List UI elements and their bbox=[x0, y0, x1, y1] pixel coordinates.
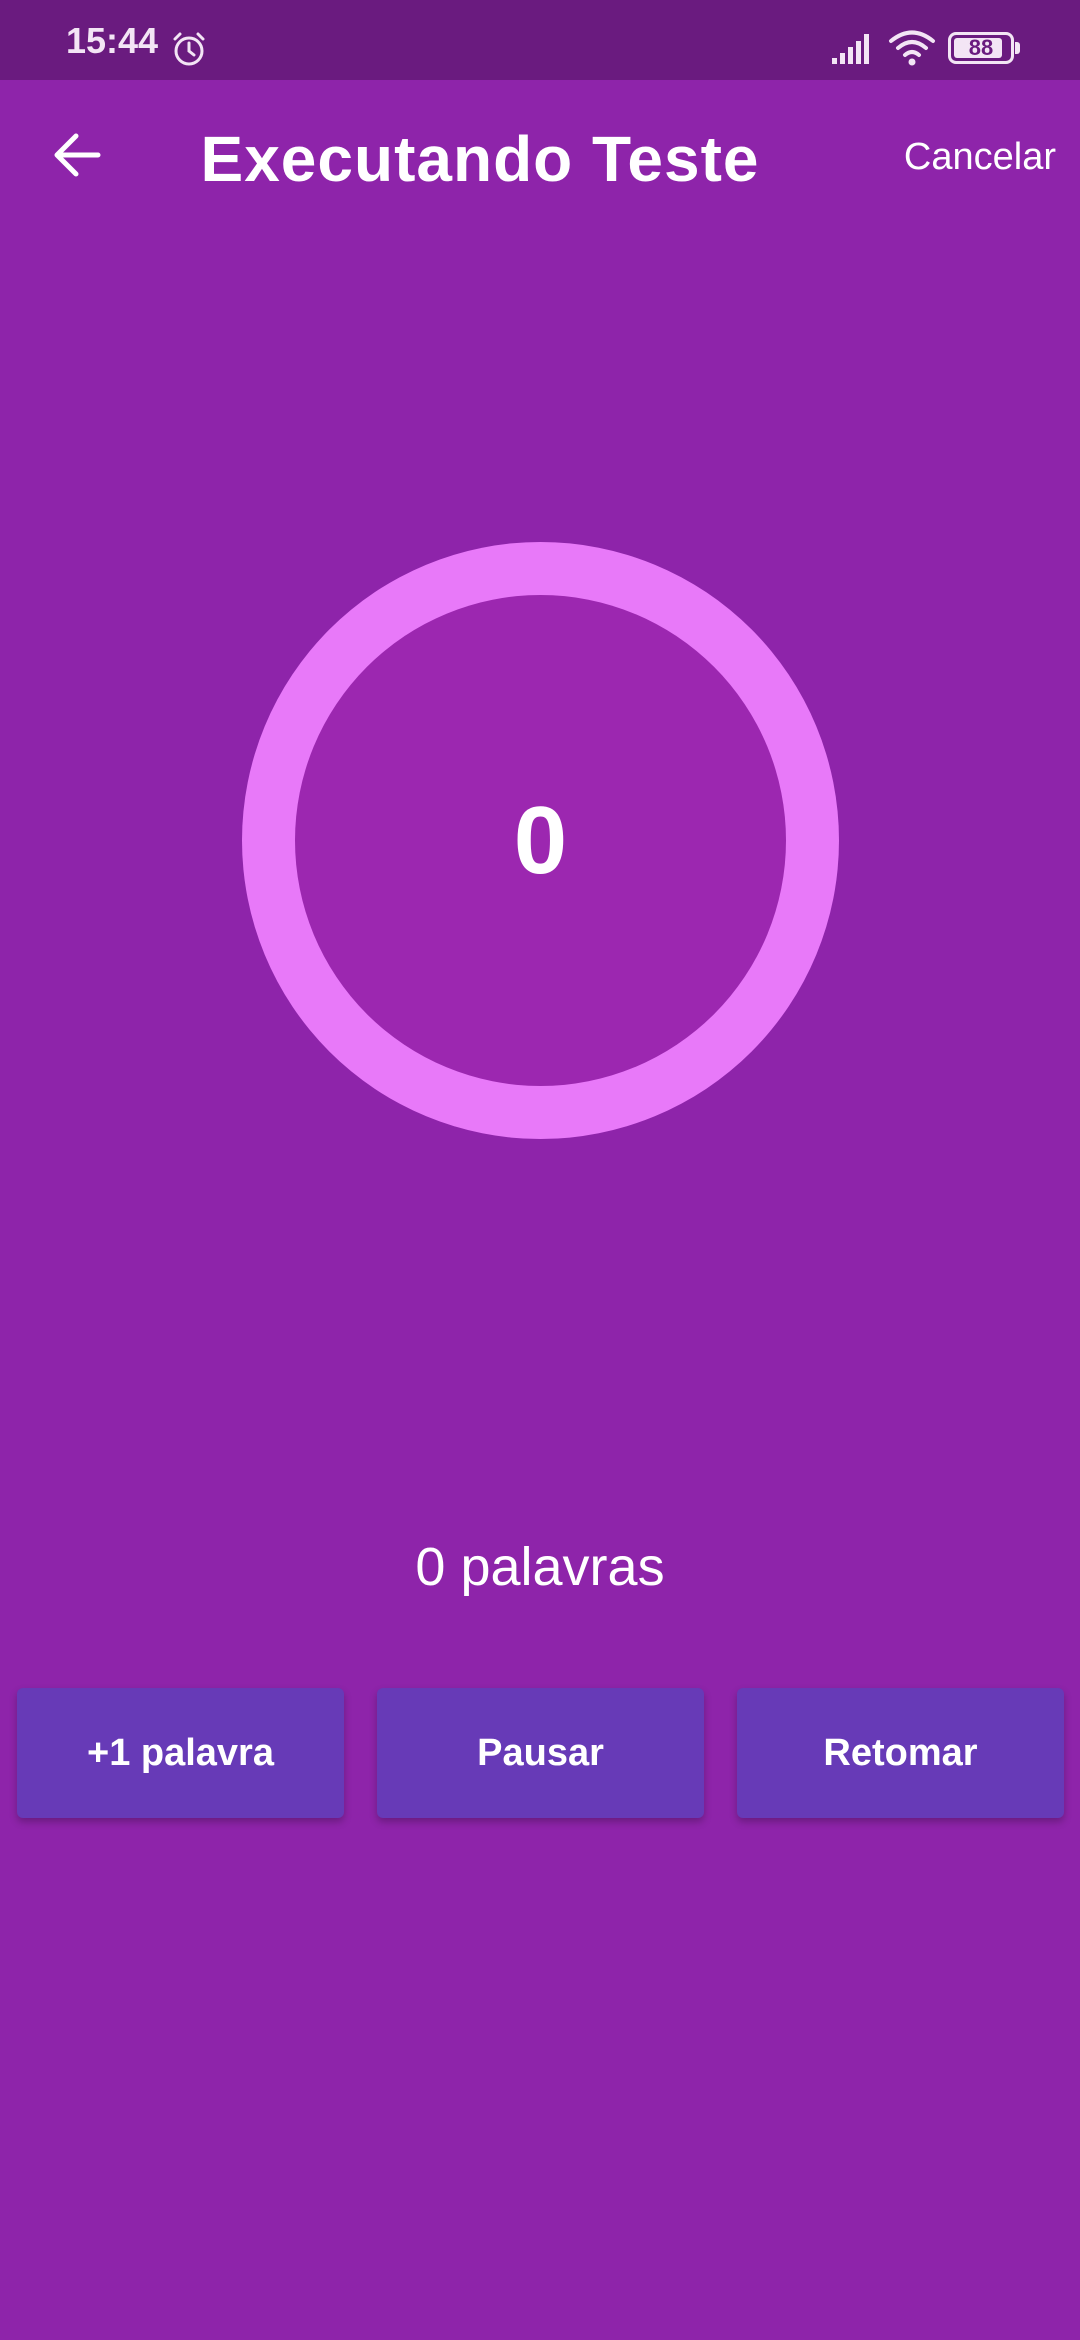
add-word-button[interactable]: +1 palavra bbox=[17, 1688, 344, 1818]
wifi-icon bbox=[888, 28, 936, 68]
battery-icon: 88 bbox=[948, 32, 1014, 64]
status-bar: 15:44 88 bbox=[0, 0, 1080, 80]
signal-icon bbox=[830, 32, 876, 66]
alarm-icon bbox=[170, 30, 208, 68]
cancel-button[interactable]: Cancelar bbox=[904, 136, 1056, 179]
word-count: 0 palavras bbox=[415, 1537, 665, 1597]
pause-button[interactable]: Pausar bbox=[377, 1688, 704, 1818]
battery-tip bbox=[1015, 42, 1020, 54]
app-bar: Executando Teste Cancelar bbox=[0, 80, 1080, 240]
back-button[interactable] bbox=[40, 118, 114, 192]
battery-label: 88 bbox=[968, 35, 994, 60]
timer-value: 0 bbox=[513, 786, 568, 894]
resume-button[interactable]: Retomar bbox=[737, 1688, 1064, 1818]
status-time: 15:44 bbox=[66, 20, 159, 61]
timer-ring: 0 bbox=[242, 542, 839, 1139]
timer-inner: 0 bbox=[295, 595, 786, 1086]
page-title: Executando Teste bbox=[200, 123, 760, 195]
arrow-left-icon bbox=[54, 133, 101, 177]
